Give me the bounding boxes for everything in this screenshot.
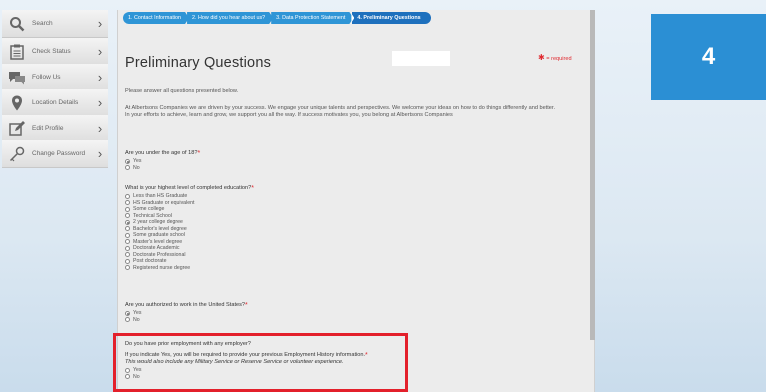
sidebar-item-edit-profile[interactable]: Edit Profile › — [2, 115, 108, 143]
question-education: What is your highest level of completed … — [125, 185, 254, 192]
step-how-did-you-hear[interactable]: 2. How did you hear about us? — [187, 12, 273, 24]
radio-button[interactable] — [125, 310, 130, 316]
sidebar-item-label: Location Details — [32, 99, 79, 106]
option-label: Technical School — [133, 212, 172, 219]
intro-text: Please answer all questions presented be… — [125, 88, 239, 94]
question-label: Are you authorized to work in the United… — [125, 302, 246, 308]
scrollbar[interactable] — [590, 10, 595, 340]
option-label: Registered nurse degree — [133, 264, 191, 271]
pencil-icon — [2, 120, 32, 137]
chevron-right-icon: › — [97, 16, 103, 31]
radio-button[interactable] — [125, 226, 130, 232]
key-icon — [2, 146, 32, 162]
location-pin-icon — [2, 95, 32, 111]
step-data-protection[interactable]: 3. Data Protection Statement — [271, 12, 353, 24]
sidebar-item-follow-us[interactable]: Follow Us › — [2, 64, 108, 92]
chevron-right-icon: › — [97, 121, 103, 136]
sidebar-item-label: Change Password — [32, 150, 86, 157]
step-preliminary-questions[interactable]: 4. Preliminary Questions — [352, 12, 431, 24]
sidebar-item-label: Search — [32, 20, 53, 27]
radio-option[interactable]: Bachelor's level degree — [125, 226, 194, 233]
radio-option[interactable]: No — [125, 317, 141, 324]
option-label: Master's level degree — [133, 238, 183, 245]
sidebar-item-change-password[interactable]: Change Password › — [2, 140, 108, 168]
option-label: Doctorate Professional — [133, 251, 186, 258]
radio-option[interactable]: No — [125, 165, 141, 172]
required-star-icon: * — [251, 185, 254, 192]
options-authorized: Yes No — [125, 310, 141, 323]
option-label: Bachelor's level degree — [133, 225, 187, 232]
chevron-right-icon: › — [97, 146, 103, 161]
mission-line-2: In your efforts to achieve, learn and gr… — [125, 112, 453, 118]
option-label: Post doctorate — [133, 258, 167, 265]
step-progress-bar: 1. Contact Information 2. How did you he… — [123, 12, 431, 24]
page-title: Preliminary Questions — [125, 55, 272, 71]
option-label: No — [133, 316, 140, 323]
option-label: Yes — [133, 310, 142, 317]
radio-button[interactable] — [125, 232, 130, 238]
radio-button[interactable] — [125, 258, 130, 264]
radio-option[interactable]: Yes — [125, 158, 141, 165]
required-star-icon: * — [245, 302, 248, 309]
option-label: HS Graduate or equivalent — [133, 199, 195, 206]
radio-button[interactable] — [125, 239, 130, 245]
chevron-right-icon: › — [97, 95, 103, 110]
options-education: Less than HS Graduate HS Graduate or equ… — [125, 193, 194, 271]
sidebar: Search › Check Status › Follow Us › Loca… — [0, 0, 110, 392]
option-label: 2 year college degree — [133, 219, 183, 226]
search-icon — [2, 16, 32, 32]
radio-option[interactable]: HS Graduate or equivalent — [125, 200, 194, 207]
radio-option[interactable]: Some graduate school — [125, 232, 194, 239]
required-legend: ✱ = required — [538, 53, 572, 62]
options-age: Yes No — [125, 158, 141, 171]
sidebar-item-label: Follow Us — [32, 74, 61, 81]
sidebar-item-label: Check Status — [32, 48, 71, 55]
radio-button[interactable] — [125, 200, 130, 206]
step-contact-information[interactable]: 1. Contact Information — [123, 12, 189, 24]
radio-button[interactable] — [125, 158, 130, 164]
radio-button[interactable] — [125, 213, 130, 219]
required-legend-text: = required — [546, 56, 572, 62]
sidebar-item-check-status[interactable]: Check Status › — [2, 38, 108, 66]
option-label: Yes — [133, 158, 142, 165]
radio-button[interactable] — [125, 165, 130, 171]
clipboard-icon — [2, 44, 32, 60]
option-label: Less than HS Graduate — [133, 193, 188, 200]
radio-button[interactable] — [125, 252, 130, 258]
sidebar-item-location-details[interactable]: Location Details › — [2, 89, 108, 117]
radio-button[interactable] — [125, 219, 130, 225]
option-label: Some college — [133, 206, 165, 213]
step-number-badge: 4 — [651, 14, 766, 100]
required-star-icon: * — [197, 150, 201, 157]
question-age: Are you under the age of 18?* — [125, 150, 200, 157]
chevron-right-icon: › — [97, 70, 103, 85]
radio-button[interactable] — [125, 245, 130, 251]
required-star-icon: ✱ — [538, 53, 545, 62]
highlight-box — [113, 333, 408, 392]
sidebar-item-search[interactable]: Search › — [2, 10, 108, 38]
question-label: What is your highest level of completed … — [125, 185, 252, 191]
question-authorized: Are you authorized to work in the United… — [125, 302, 248, 309]
radio-button[interactable] — [125, 265, 130, 271]
option-label: No — [133, 164, 140, 171]
chat-bubble-icon — [2, 71, 32, 85]
radio-button[interactable] — [125, 317, 130, 323]
radio-button[interactable] — [125, 193, 130, 199]
radio-option[interactable]: Less than HS Graduate — [125, 193, 194, 200]
radio-option[interactable]: Doctorate Professional — [125, 252, 194, 259]
radio-option[interactable]: Registered nurse degree — [125, 265, 194, 272]
radio-button[interactable] — [125, 206, 130, 212]
mission-text: At Albertsons Companies we are driven by… — [125, 105, 580, 119]
option-label: Some graduate school — [133, 232, 185, 239]
option-label: Doctorate Academic — [133, 245, 180, 252]
blank-field — [392, 51, 450, 66]
chevron-right-icon: › — [97, 44, 103, 59]
question-label: Are you under the age of 18? — [125, 150, 198, 156]
sidebar-item-label: Edit Profile — [32, 125, 64, 132]
mission-line-1: At Albertsons Companies we are driven by… — [125, 105, 556, 111]
radio-option[interactable]: Yes — [125, 310, 141, 317]
